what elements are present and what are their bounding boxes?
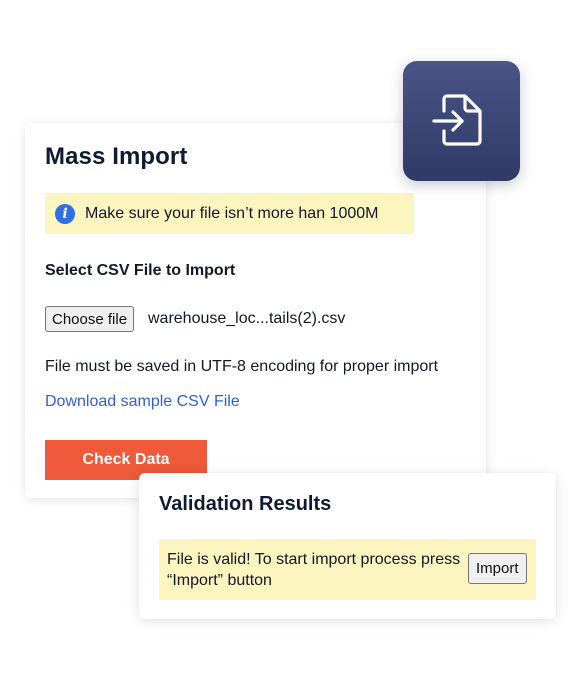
validation-results-card: Validation Results File is valid! To sta… <box>139 473 556 619</box>
validation-message-box: File is valid! To start import process p… <box>159 539 536 600</box>
file-import-icon <box>403 61 520 181</box>
file-size-notice: i Make sure your file isn’t more han 100… <box>45 193 414 234</box>
info-icon: i <box>55 203 75 224</box>
encoding-note: File must be saved in UTF-8 encoding for… <box>45 358 439 375</box>
import-button[interactable]: Import <box>468 553 527 584</box>
validation-results-title: Validation Results <box>159 493 332 515</box>
download-sample-link[interactable]: Download sample CSV File <box>45 393 240 411</box>
choose-file-button[interactable]: Choose file <box>45 306 135 332</box>
selected-file-name: warehouse_loc...tails(2).csv <box>148 310 346 327</box>
file-import-glyph <box>431 94 482 146</box>
select-file-label: Select CSV File to Import <box>45 262 236 279</box>
stage: Mass Import i Make sure your file isn’t … <box>0 0 580 680</box>
page-title: Mass Import <box>45 143 188 170</box>
notice-text: Make sure your file isn’t more han 1000M <box>85 204 379 222</box>
validation-message: File is valid! To start import process p… <box>167 551 461 589</box>
